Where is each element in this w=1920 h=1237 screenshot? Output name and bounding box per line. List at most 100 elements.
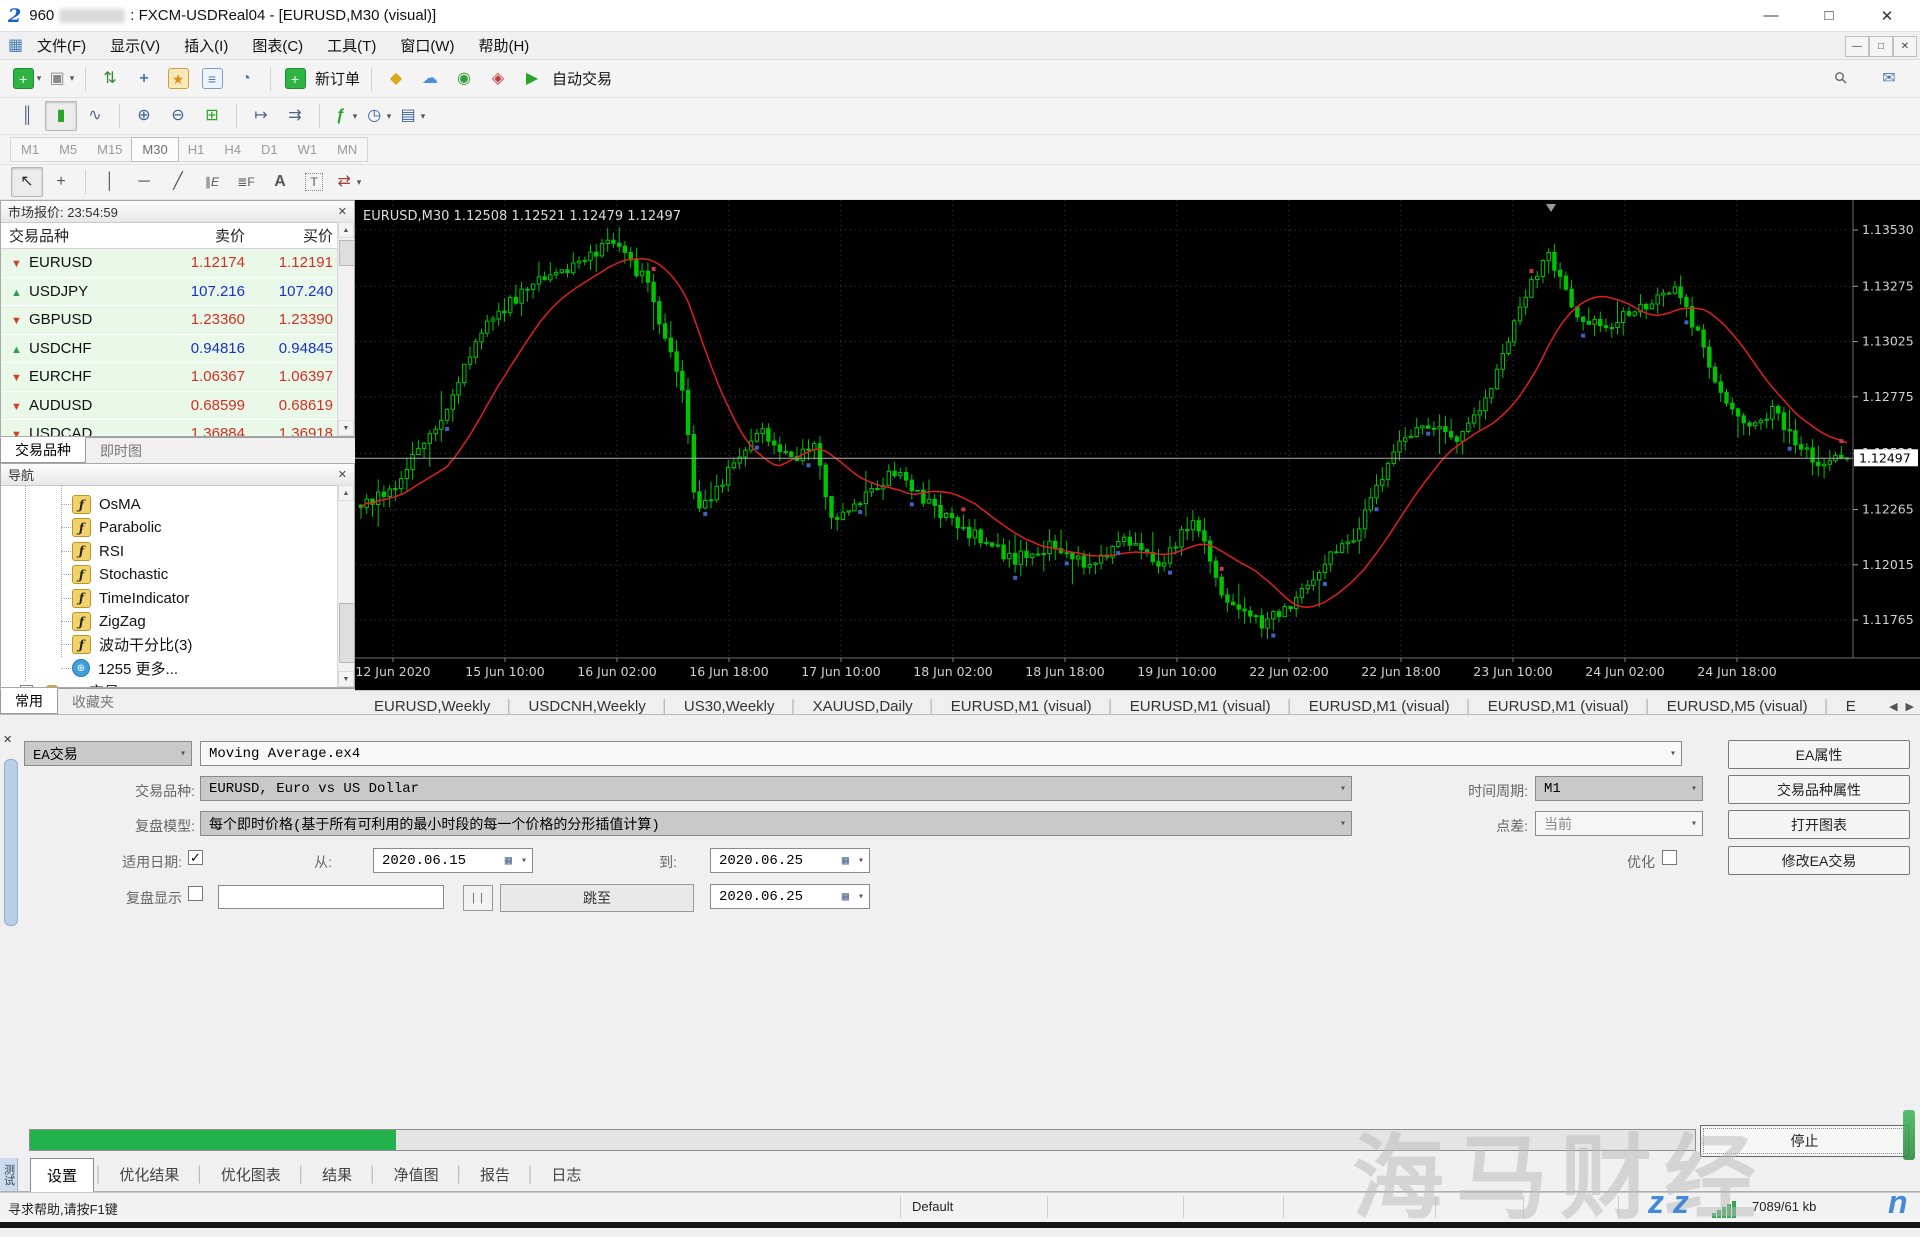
chart-tab[interactable]: US30,Weekly (669, 698, 790, 715)
menu-工具[interactable]: 工具(T) (315, 32, 388, 59)
data-window-button[interactable]: + (128, 64, 160, 94)
market-watch-button[interactable]: ⇅ (94, 64, 126, 94)
period-select[interactable]: M1▾ (1535, 776, 1703, 801)
tester-tab-日志[interactable]: 日志 (535, 1158, 597, 1191)
child-close-button[interactable]: ✕ (1893, 36, 1917, 57)
market-watch-row[interactable]: ▼EURCHF1.063671.06397 (1, 363, 354, 392)
new-chart-button[interactable]: +▾ (11, 64, 43, 94)
timeframe-h4[interactable]: H4 (214, 138, 251, 161)
market-watch-row[interactable]: ▼AUDUSD0.685990.68619 (1, 392, 354, 421)
chart-tab[interactable]: EURUSD,M1 (visual) (1294, 698, 1465, 715)
navigator-item-ZigZag[interactable]: ƒZigZag (1, 610, 337, 633)
line-chart-button[interactable]: ∿ (79, 101, 111, 131)
terminal-button[interactable]: ≡ (196, 64, 228, 94)
navigator-item-OsMA[interactable]: ƒOsMA (1, 493, 337, 516)
market-watch-row[interactable]: ▼EURUSD1.121741.12191 (1, 249, 354, 278)
signals-button[interactable]: ◉ (448, 64, 480, 94)
stop-button[interactable]: 停止 (1700, 1125, 1909, 1157)
tester-mode-select[interactable]: EA交易▾ (24, 741, 192, 766)
visual-mode-checkbox[interactable] (188, 886, 203, 901)
autotrading-label[interactable]: 自动交易 (552, 68, 612, 89)
chart-tab[interactable]: EURUSD,Weekly (359, 698, 505, 715)
spread-select[interactable]: 当前▾ (1535, 811, 1703, 836)
scroll-up-icon[interactable]: ▲ (338, 222, 354, 238)
to-date-field[interactable]: 2020.06.25▦▾ (710, 848, 870, 873)
new-order-button[interactable]: + (279, 64, 311, 94)
dropdown-icon[interactable]: ▾ (70, 73, 75, 84)
chart-shift-button[interactable]: ⇉ (279, 101, 311, 131)
maximize-button[interactable]: □ (1800, 0, 1858, 31)
tester-tab-结果[interactable]: 结果 (306, 1158, 368, 1191)
chart-tab[interactable]: E (1831, 698, 1871, 715)
trendline-button[interactable]: ╱ (162, 167, 194, 197)
symbol-properties-button[interactable]: 交易品种属性 (1728, 775, 1910, 804)
label-button[interactable]: T (298, 167, 330, 197)
tester-drag-strip[interactable] (4, 759, 18, 926)
navigator-button[interactable]: ★ (162, 64, 194, 94)
close-button[interactable]: ✕ (1858, 0, 1916, 31)
chart-tab[interactable]: XAUUSD,Daily (798, 698, 928, 715)
navigator-item-EA交易[interactable]: -EA交易 (1, 680, 337, 687)
candles-button[interactable]: ▮ (45, 101, 77, 131)
timeframe-d1[interactable]: D1 (251, 138, 288, 161)
close-icon[interactable]: ✕ (338, 468, 347, 481)
market-watch-row[interactable]: ▼GBPUSD1.233601.23390 (1, 306, 354, 335)
market-watch-row[interactable]: ▲USDJPY107.216107.240 (1, 278, 354, 307)
scrollbar-thumb[interactable] (339, 603, 355, 663)
symbol-select[interactable]: EURUSD, Euro vs US Dollar▾ (200, 776, 1352, 801)
autotrading-button[interactable]: ▶ (516, 64, 548, 94)
scrollbar-thumb[interactable] (339, 240, 355, 266)
scroll-up-icon[interactable]: ▲ (338, 485, 354, 501)
dropdown-icon[interactable]: ▾ (421, 111, 426, 122)
tester-tab-设置[interactable]: 设置 (30, 1158, 94, 1192)
expand-icon[interactable]: - (20, 685, 33, 687)
channel-button[interactable]: ∥E (196, 167, 228, 197)
pause-button[interactable]: | | (463, 885, 493, 911)
chart-tab[interactable]: EURUSD,M1 (visual) (936, 698, 1107, 715)
navigator-item-TimeIndicator[interactable]: ƒTimeIndicator (1, 587, 337, 610)
templates-button[interactable]: ▤▾ (396, 101, 428, 131)
close-icon[interactable]: ✕ (338, 205, 347, 218)
tab-即时图[interactable]: 即时图 (86, 438, 156, 463)
navigator-scrollbar[interactable]: ▲ ▼ (337, 485, 354, 687)
tester-vertical-tab[interactable]: 测试 (0, 1158, 18, 1191)
navigator-item-Stochastic[interactable]: ƒStochastic (1, 563, 337, 586)
market-button[interactable]: ◈ (482, 64, 514, 94)
timeframe-h1[interactable]: H1 (178, 138, 215, 161)
scroll-down-icon[interactable]: ▼ (338, 420, 354, 436)
menu-图表[interactable]: 图表(C) (240, 32, 315, 59)
fibonacci-button[interactable]: ≣F (230, 167, 262, 197)
timeframe-m1[interactable]: M1 (11, 138, 49, 161)
tester-tab-报告[interactable]: 报告 (464, 1158, 526, 1191)
dropdown-icon[interactable]: ▾ (357, 177, 362, 188)
scroll-right-icon[interactable]: ▶ (1906, 700, 1914, 713)
timeframe-m30[interactable]: M30 (131, 137, 178, 162)
use-date-checkbox[interactable]: ✓ (188, 850, 203, 865)
scroll-down-icon[interactable]: ▼ (338, 671, 354, 687)
zoom-out-button[interactable]: ⊖ (162, 101, 194, 131)
tester-tab-优化图表[interactable]: 优化图表 (205, 1158, 297, 1191)
visual-speed-slider[interactable] (218, 885, 444, 909)
dropdown-icon[interactable]: ▾ (353, 111, 358, 122)
tile-windows-button[interactable]: ⊞ (196, 101, 228, 131)
skip-to-button[interactable]: 跳至 (500, 884, 694, 912)
optimize-checkbox[interactable] (1662, 850, 1677, 865)
auto-scroll-button[interactable]: ↦ (245, 101, 277, 131)
timeframe-m15[interactable]: M15 (87, 138, 132, 161)
close-icon[interactable]: ✕ (3, 733, 12, 746)
price-chart[interactable]: 1.135301.132751.130251.127751.125201.122… (355, 200, 1920, 690)
child-minimize-button[interactable]: — (1845, 36, 1869, 57)
market-watch-scrollbar[interactable]: ▲ ▼ (337, 222, 354, 436)
tester-tab-净值图[interactable]: 净值图 (378, 1158, 455, 1191)
navigator-item-RSI[interactable]: ƒRSI (1, 540, 337, 563)
menu-帮助[interactable]: 帮助(H) (466, 32, 541, 59)
dropdown-icon[interactable]: ▾ (37, 73, 42, 84)
text-button[interactable]: A (264, 167, 296, 197)
open-chart-button[interactable]: 打开图表 (1728, 810, 1910, 839)
community-button[interactable]: ☁ (414, 64, 446, 94)
vline-button[interactable]: │ (94, 167, 126, 197)
timeframe-mn[interactable]: MN (327, 138, 367, 161)
market-watch-row[interactable]: ▲USDCHF0.948160.94845 (1, 335, 354, 364)
model-select[interactable]: 每个即时价格(基于所有可利用的最小时段的每一个价格的分形插值计算)▾ (200, 811, 1352, 836)
hline-button[interactable]: ─ (128, 167, 160, 197)
